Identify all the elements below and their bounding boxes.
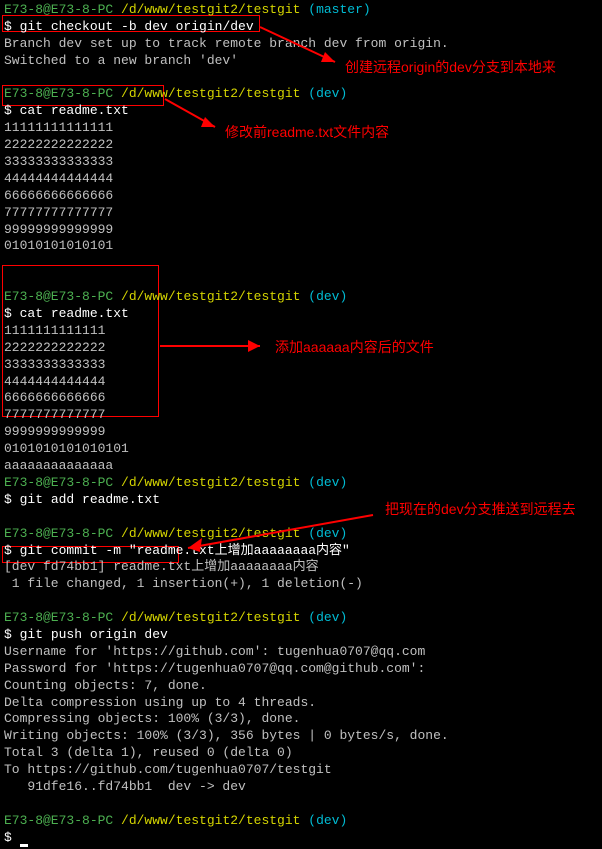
output-line: Username for 'https://github.com': tugen…	[4, 644, 598, 661]
output-line: To https://github.com/tugenhua0707/testg…	[4, 762, 598, 779]
prompt-line: E73-8@E73-8-PC /d/www/testgit2/testgit (…	[4, 86, 598, 103]
file-content-line: aaaaaaaaaaaaaa	[4, 458, 598, 475]
arrow-icon	[155, 336, 275, 356]
command-line: $ cat readme.txt	[4, 103, 598, 120]
command-line: $ cat readme.txt	[4, 306, 598, 323]
file-content-line: 22222222222222	[4, 137, 598, 154]
file-content-line: 7777777777777	[4, 407, 598, 424]
command-line: $ git push origin dev	[4, 627, 598, 644]
output-line: Writing objects: 100% (3/3), 356 bytes |…	[4, 728, 598, 745]
prompt-line: E73-8@E73-8-PC /d/www/testgit2/testgit (…	[4, 813, 598, 830]
cursor	[20, 844, 28, 847]
terminal-window[interactable]: E73-8@E73-8-PC /d/www/testgit2/testgit (…	[0, 0, 602, 849]
file-content-line: 33333333333333	[4, 154, 598, 171]
file-content-line: 77777777777777	[4, 205, 598, 222]
output-line: 91dfe16..fd74bb1 dev -> dev	[4, 779, 598, 796]
arrow-icon	[178, 510, 383, 555]
file-content-line: 66666666666666	[4, 188, 598, 205]
prompt-line: E73-8@E73-8-PC /d/www/testgit2/testgit (…	[4, 289, 598, 306]
file-content-line: 4444444444444	[4, 374, 598, 391]
prompt-line: E73-8@E73-8-PC /d/www/testgit2/testgit (…	[4, 475, 598, 492]
prompt-line: E73-8@E73-8-PC /d/www/testgit2/testgit (…	[4, 610, 598, 627]
file-content-line: 0101010101010101	[4, 441, 598, 458]
output-line: Delta compression using up to 4 threads.	[4, 695, 598, 712]
output-line: 1 file changed, 1 insertion(+), 1 deleti…	[4, 576, 598, 593]
file-content-line: 3333333333333	[4, 357, 598, 374]
cursor-line[interactable]: $	[4, 830, 598, 847]
file-content-line: 44444444444444	[4, 171, 598, 188]
file-content-line: 6666666666666	[4, 390, 598, 407]
file-content-line: 1111111111111	[4, 323, 598, 340]
output-line: [dev fd74bb1] readme.txt上增加aaaaaaaa内容	[4, 559, 598, 576]
arrow-icon	[255, 22, 350, 72]
output-line: Total 3 (delta 1), reused 0 (delta 0)	[4, 745, 598, 762]
file-content-line: 2222222222222	[4, 340, 598, 357]
file-content-line: 99999999999999	[4, 222, 598, 239]
output-line: Counting objects: 7, done.	[4, 678, 598, 695]
output-line: Compressing objects: 100% (3/3), done.	[4, 711, 598, 728]
file-content-line: 9999999999999	[4, 424, 598, 441]
arrow-icon	[160, 94, 230, 134]
output-line: Password for 'https://tugenhua0707@qq.co…	[4, 661, 598, 678]
prompt-line: E73-8@E73-8-PC /d/www/testgit2/testgit (…	[4, 2, 598, 19]
command-line: $ git add readme.txt	[4, 492, 598, 509]
file-content-line: 11111111111111	[4, 120, 598, 137]
file-content-line: 01010101010101	[4, 238, 598, 255]
